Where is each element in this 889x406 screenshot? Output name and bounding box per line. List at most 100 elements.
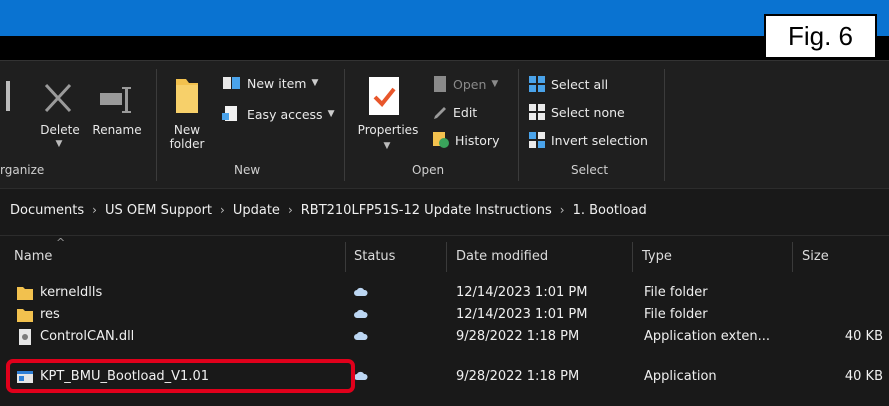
open-group-label: Open [412,163,445,177]
new-item-label: New item [247,75,307,91]
dll-file-icon [19,329,31,345]
file-row[interactable]: res 12/14/2023 1:01 PM File folder [0,304,889,326]
folder-icon [17,287,33,300]
edit-button[interactable]: Edit [432,103,477,121]
history-label: History [455,132,500,148]
open-button[interactable]: Open ▼ [432,75,498,93]
cloud-status-icon [354,287,368,296]
file-date: 12/14/2023 1:01 PM [456,307,588,322]
breadcrumb-bootload[interactable]: 1. Bootload [573,203,647,218]
select-all-label: Select all [551,76,609,92]
new-folder-label-1: New [173,123,201,137]
highlight-annotation [6,359,355,393]
column-header-name[interactable]: Name [14,249,52,264]
ribbon: Delete ▼ Rename rganize New folder New i… [0,60,889,189]
file-type: File folder [644,307,708,322]
file-name: ControlCAN.dll [40,329,135,344]
column-divider[interactable] [632,242,633,272]
file-type: Application exten... [644,329,770,344]
cloud-status-icon [354,371,368,380]
file-type: File folder [644,285,708,300]
invert-selection-label: Invert selection [551,132,648,148]
delete-label: Delete [40,123,80,137]
new-item-button[interactable]: New item ▼ [222,75,318,91]
delete-button[interactable] [38,79,78,123]
organize-partial-icon [6,81,10,111]
new-group-label: New [234,163,261,177]
ribbon-separator [518,69,519,181]
file-name: res [40,307,60,322]
window-band [0,36,889,60]
delete-x-icon [44,83,72,113]
sort-ascending-icon: ^ [56,236,66,249]
folder-icon [17,309,33,322]
breadcrumb-chevron-icon: › [220,203,225,217]
column-header-size[interactable]: Size [802,249,829,264]
new-folder-button[interactable] [170,75,204,121]
breadcrumb-documents[interactable]: Documents [10,203,84,218]
file-date: 9/28/2022 1:18 PM [456,369,580,384]
easy-access-dropdown-icon: ▼ [327,109,335,119]
select-none-icon [529,104,545,120]
properties-label: Properties [357,123,419,137]
file-row[interactable]: ControlCAN.dll 9/28/2022 1:18 PM Applica… [0,326,889,348]
new-item-dropdown-icon: ▼ [311,78,319,88]
column-divider[interactable] [792,242,793,272]
history-button[interactable]: History [432,131,499,149]
cloud-status-icon [354,331,368,340]
breadcrumb: Documents › US OEM Support › Update › RBT210LF… [10,203,647,218]
new-item-icon [223,77,240,89]
ribbon-separator [344,69,345,181]
file-row[interactable]: kerneldlls 12/14/2023 1:01 PM File folde… [0,282,889,304]
breadcrumb-chevron-icon: › [287,203,293,217]
breadcrumb-chevron-icon: › [92,203,97,217]
easy-access-button[interactable]: Easy access ▼ [222,105,334,123]
easy-access-label: Easy access [247,106,323,122]
open-icon [434,76,446,92]
rename-button[interactable] [98,83,134,123]
file-date: 9/28/2022 1:18 PM [456,329,580,344]
select-all-icon [529,76,545,92]
breadcrumb-us-oem-support[interactable]: US OEM Support [105,203,212,218]
column-divider[interactable] [345,242,346,272]
file-date: 12/14/2023 1:01 PM [456,285,588,300]
column-header-type[interactable]: Type [642,249,672,264]
invert-selection-button[interactable]: Invert selection [528,131,648,149]
column-headers: ^ Name Status Date modified Type Size [0,236,889,276]
figure-label: Fig. 6 [764,14,877,59]
open-dropdown-icon: ▼ [491,79,499,89]
column-divider[interactable] [446,242,447,272]
easy-access-icon [222,106,237,121]
select-none-button[interactable]: Select none [528,103,625,121]
address-bar[interactable]: Documents › US OEM Support › Update › RBT210LF… [0,188,889,236]
edit-pencil-icon [434,107,446,119]
select-none-label: Select none [551,104,625,120]
edit-label: Edit [453,104,478,120]
breadcrumb-update-instructions[interactable]: RBT210LFP51S-12 Update Instructions [301,203,552,218]
properties-button[interactable] [366,75,402,123]
column-header-status[interactable]: Status [354,249,395,264]
organize-group-label: rganize [0,163,45,177]
rename-label: Rename [92,123,142,137]
file-size: 40 KB [844,369,883,384]
file-type: Application [644,369,717,384]
ribbon-separator [156,69,157,181]
properties-checkmark-icon [369,77,399,115]
breadcrumb-chevron-icon: › [559,203,565,217]
select-all-button[interactable]: Select all [528,75,608,93]
invert-selection-icon [529,132,545,148]
title-bar [0,0,889,36]
file-size: 40 KB [844,329,883,344]
ribbon-separator [664,69,665,181]
select-group-label: Select [571,163,609,177]
delete-dropdown-arrow[interactable]: ▼ [52,137,66,151]
history-icon [433,132,449,148]
column-header-date-modified[interactable]: Date modified [456,249,548,264]
file-name: kerneldlls [40,285,103,300]
properties-dropdown-arrow[interactable]: ▼ [380,139,394,153]
new-folder-icon [176,79,198,113]
new-folder-label-2: folder [169,137,205,151]
cloud-status-icon [354,309,368,318]
breadcrumb-update[interactable]: Update [233,203,280,218]
file-explorer-window: Delete ▼ Rename rganize New folder New i… [0,0,889,406]
